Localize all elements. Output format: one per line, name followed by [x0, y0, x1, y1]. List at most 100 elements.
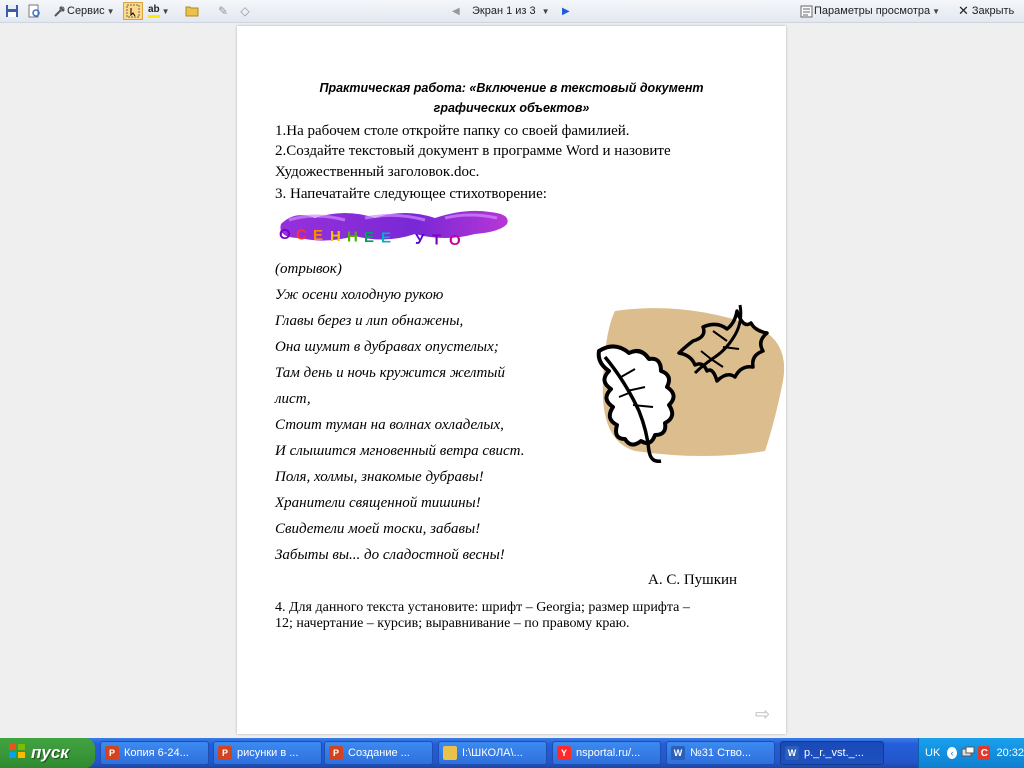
highlighter-icon: ab — [148, 4, 160, 18]
document-title-line1: Практическая работа: «Включение в тексто… — [319, 81, 704, 95]
service-menu[interactable]: Сервис ▼ — [51, 2, 115, 20]
previous-arrow-icon: ◀ — [452, 5, 460, 17]
poem-line: лист, — [275, 391, 311, 407]
next-arrow-icon: ▶ — [562, 5, 570, 17]
eraser-button[interactable]: ◇ — [236, 2, 254, 20]
view-options-icon — [798, 2, 814, 20]
taskbar-button[interactable]: Pрисунки в ... — [213, 741, 322, 765]
wordart-letter: Н — [330, 227, 341, 245]
taskbar-button[interactable]: Wр._r._vst._... — [780, 741, 884, 765]
start-button[interactable]: пуск — [0, 738, 95, 768]
wordart-letter: Т — [432, 231, 442, 249]
wordart-letter — [398, 230, 411, 247]
poem-line: Свидетели моей тоски, забавы! — [275, 521, 481, 537]
chevron-down-icon: ▼ — [161, 6, 170, 16]
step-4-text-line2: 12; начертание – курсив; выравнивание – … — [275, 616, 630, 631]
author-name: А. С. Пушкин — [648, 572, 738, 588]
windows-logo-icon — [8, 743, 26, 764]
print-preview-icon — [25, 2, 43, 20]
system-tray: UK ‹ C 20:32 — [918, 738, 1024, 768]
view-options-menu[interactable]: Параметры просмотра ▼ — [798, 2, 940, 20]
wordart-letter: С — [296, 226, 307, 244]
next-page-arrow-icon[interactable]: ⇨ — [755, 704, 770, 725]
step-2-text-line2: Художественный заголовок.doc. — [275, 164, 480, 180]
close-icon: ✕ — [958, 3, 969, 18]
highlight-color-button[interactable]: ab ▼ — [148, 2, 170, 20]
wordart-letter: Е — [364, 229, 375, 246]
poem-line: Там день и ночь кружится желтый — [275, 365, 505, 381]
taskbar-button-label: №31 Ство... — [690, 747, 752, 759]
network-icon[interactable] — [961, 746, 975, 761]
excerpt-label: (отрывок) — [275, 261, 342, 277]
text-highlight-mode-button[interactable] — [123, 2, 143, 20]
step-1-text: 1.На рабочем столе откройте папку со сво… — [275, 123, 630, 139]
antivirus-icon[interactable]: C — [978, 746, 991, 760]
taskbar-button[interactable]: W №31 Ство... — [666, 741, 775, 765]
comment-button[interactable] — [183, 2, 201, 20]
close-label: Закрыть — [971, 5, 1015, 17]
taskbar-button[interactable]: P Создание ... — [324, 741, 433, 765]
word-icon: W — [671, 746, 685, 760]
save-button[interactable] — [3, 2, 21, 20]
taskbar-button-label: р._r._vst._... — [804, 747, 864, 759]
word-icon: W — [785, 746, 799, 760]
step-2-text-line1: 2.Создайте текстовый документ в программ… — [275, 143, 671, 159]
select-text-icon — [124, 2, 142, 20]
powerpoint-icon: P — [105, 746, 119, 760]
language-indicator[interactable]: UK — [925, 747, 944, 759]
autumn-leaves-clipart — [595, 301, 790, 471]
taskbar-button-label: nsportal.ru/... — [576, 747, 641, 759]
windows-taskbar: пуск P Копия 6-24... Pрисунки в ... P Создан… — [0, 738, 1024, 768]
screen-selector[interactable]: Экран 1 из 3 ▼ — [472, 2, 550, 20]
wordart-letter: У — [415, 230, 425, 248]
tools-icon — [51, 2, 67, 20]
pencil-icon: ✎ — [217, 4, 229, 18]
reading-workspace: Практическая работа: «Включение в тексто… — [0, 23, 1024, 735]
poem-line: Стоит туман на волнах охладелых, — [275, 417, 504, 433]
wordart-letter: О — [279, 226, 291, 243]
taskbar-button[interactable]: Ynsportal.ru/... — [552, 741, 661, 765]
screen-indicator: Экран 1 из 3 — [472, 5, 536, 17]
chevron-down-icon: ▼ — [932, 6, 941, 16]
taskbar-button-label: Копия 6-24... — [124, 747, 189, 759]
taskbar-button-label: рисунки в ... — [237, 747, 299, 759]
step-3-text: 3. Напечатайте следующее стихотворение: — [275, 186, 547, 202]
service-label: Сервис — [67, 5, 105, 17]
previous-screen-button[interactable]: ◀ — [452, 2, 460, 20]
clock[interactable]: 20:32 — [996, 747, 1024, 759]
taskbar-button-label: I:\ШКОЛА\... — [462, 747, 523, 759]
wordart-letter: О — [449, 232, 461, 249]
document-title-line2: графических объектов» — [433, 101, 590, 115]
wordart-letter: Е — [313, 227, 324, 245]
leaves-illustration — [596, 304, 785, 464]
poem-line: Главы берез и лип обнажены, — [275, 313, 464, 329]
close-button[interactable]: ✕ Закрыть — [958, 2, 1014, 20]
save-icon — [3, 2, 21, 20]
taskbar-button[interactable]: I:\ШКОЛА\... — [438, 741, 547, 765]
view-options-label: Параметры просмотра — [814, 5, 931, 17]
chevron-down-icon: ▼ — [106, 6, 115, 16]
folder-icon — [443, 746, 457, 760]
start-label: пуск — [31, 743, 69, 762]
poem-line: Она шумит в дубравах опустелых; — [275, 339, 499, 355]
tray-expand-icon[interactable]: ‹ — [947, 747, 958, 759]
print-preview-button[interactable] — [25, 2, 43, 20]
powerpoint-icon: P — [218, 746, 232, 760]
next-screen-button[interactable]: ▶ — [562, 2, 570, 20]
taskbar-button-label: Создание ... — [348, 747, 410, 759]
wordart-letter: Н — [347, 228, 358, 246]
poem-line: И слышится мгновенный ветра свист. — [275, 443, 525, 459]
eraser-icon: ◇ — [240, 4, 250, 18]
yandex-browser-icon: Y — [557, 746, 571, 760]
poem-line: Хранители священной тишины! — [275, 495, 481, 511]
reading-view-toolbar: Сервис ▼ ab ▼ ✎ ◇ ◀ Экран 1 из 3 ▼ ▶ Пар… — [0, 0, 1024, 23]
wordart-title: ОСЕННЕЕУТО — [275, 206, 515, 250]
poem-line: Уж осени холодную рукою — [275, 287, 444, 303]
wordart-letters: ОСЕННЕЕУТО — [279, 226, 462, 249]
chevron-down-icon: ▼ — [541, 6, 550, 16]
edit-button[interactable]: ✎ — [214, 2, 232, 20]
step-4-text-line1: 4. Для данного текста установите: шрифт … — [275, 600, 690, 615]
taskbar-button[interactable]: P Копия 6-24... — [100, 741, 209, 765]
wordart-letter: Е — [381, 229, 392, 247]
powerpoint-icon: P — [329, 746, 343, 760]
